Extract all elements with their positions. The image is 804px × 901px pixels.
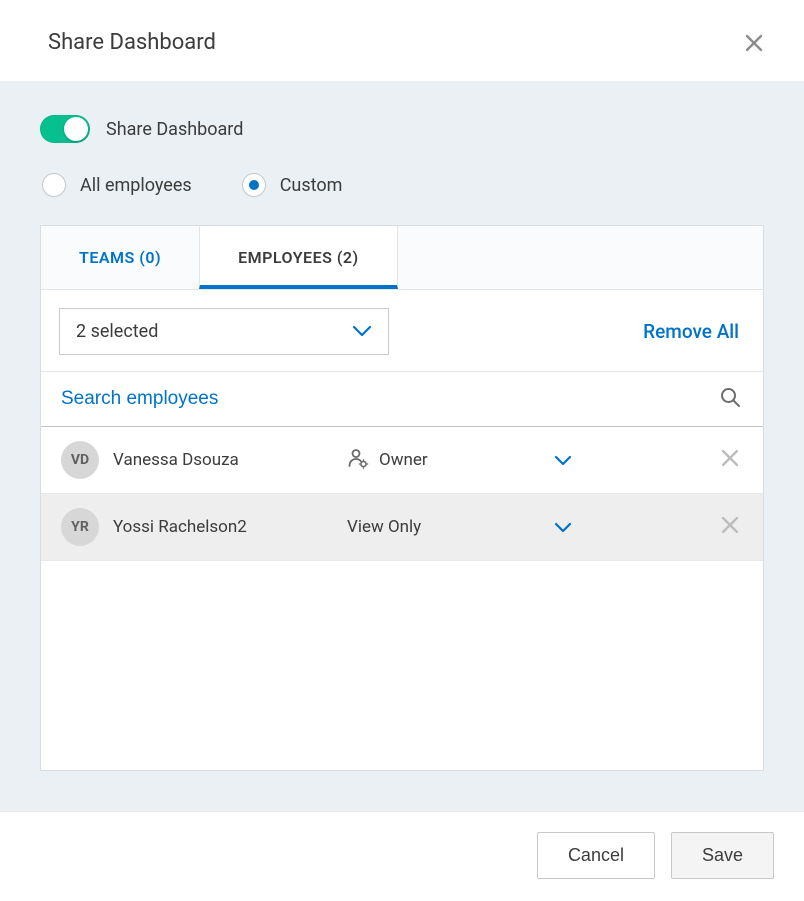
- owner-icon: [347, 447, 369, 474]
- dialog-footer: Cancel Save: [0, 811, 804, 901]
- employee-name: Yossi Rachelson2: [113, 517, 333, 537]
- employee-rows: VD Vanessa Dsouza Owner: [41, 427, 763, 770]
- chevron-down-icon: [352, 321, 372, 342]
- selected-count-label: 2 selected: [76, 321, 158, 342]
- tabs: TEAMS (0) EMPLOYEES (2): [41, 226, 763, 290]
- role-label: Owner: [379, 450, 428, 470]
- employee-row: VD Vanessa Dsouza Owner: [41, 427, 763, 494]
- avatar: YR: [61, 508, 99, 546]
- radio-label-custom: Custom: [280, 175, 343, 196]
- search-row: [41, 371, 763, 427]
- avatar: VD: [61, 441, 99, 479]
- radio-circle: [42, 173, 66, 197]
- role-cell[interactable]: View Only: [347, 517, 537, 537]
- scope-row: All employees Custom: [40, 173, 764, 197]
- radio-all-employees[interactable]: All employees: [42, 173, 192, 197]
- search-icon[interactable]: [719, 386, 741, 412]
- tab-teams[interactable]: TEAMS (0): [41, 226, 199, 289]
- share-toggle[interactable]: [40, 115, 90, 143]
- save-button[interactable]: Save: [671, 832, 774, 879]
- remove-row-icon[interactable]: [721, 449, 739, 471]
- selected-count-dropdown[interactable]: 2 selected: [59, 308, 389, 355]
- tab-employees[interactable]: EMPLOYEES (2): [199, 226, 398, 289]
- close-icon[interactable]: [744, 33, 764, 53]
- dialog-body: Share Dashboard All employees Custom TEA…: [0, 81, 804, 811]
- chevron-down-icon[interactable]: [551, 522, 575, 533]
- share-toggle-row: Share Dashboard: [40, 115, 764, 143]
- remove-row-icon[interactable]: [721, 516, 739, 538]
- role-cell[interactable]: Owner: [347, 447, 537, 474]
- employees-panel: TEAMS (0) EMPLOYEES (2) 2 selected Remov…: [40, 225, 764, 771]
- radio-label-all: All employees: [80, 175, 192, 196]
- cancel-button[interactable]: Cancel: [537, 832, 655, 879]
- employee-name: Vanessa Dsouza: [113, 450, 333, 470]
- chevron-down-icon[interactable]: [551, 455, 575, 466]
- remove-all-link[interactable]: Remove All: [643, 320, 739, 343]
- search-input[interactable]: [61, 388, 719, 410]
- filter-row: 2 selected Remove All: [41, 290, 763, 371]
- role-label: View Only: [347, 517, 421, 537]
- employee-row: YR Yossi Rachelson2 View Only: [41, 494, 763, 561]
- radio-circle: [242, 173, 266, 197]
- share-dashboard-dialog: Share Dashboard Share Dashboard All empl…: [0, 0, 804, 901]
- radio-custom[interactable]: Custom: [242, 173, 343, 197]
- dialog-title: Share Dashboard: [48, 30, 216, 55]
- dialog-header: Share Dashboard: [0, 0, 804, 81]
- share-toggle-label: Share Dashboard: [106, 119, 243, 140]
